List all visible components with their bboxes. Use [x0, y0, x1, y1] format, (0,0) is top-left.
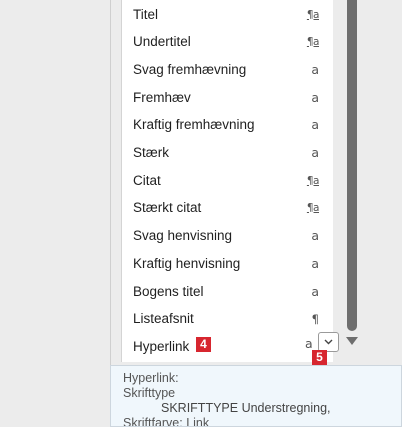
style-dropdown-button[interactable] [318, 332, 339, 352]
style-name: Listeafsnit [133, 311, 194, 326]
style-item-svag-fremhaevning[interactable]: Svag fremhævning a [122, 56, 333, 83]
paragraph-style-icon: ¶ [311, 311, 319, 326]
linked-style-icon: ¶a [306, 201, 320, 214]
style-name: Fremhæv [133, 90, 191, 105]
style-tooltip: Hyperlink: Skrifttype SKRIFTTYPE Underst… [110, 365, 402, 427]
style-item-staerkt-citat[interactable]: Stærkt citat ¶a [122, 194, 333, 221]
tooltip-line: Skriftfarve: Link [123, 416, 210, 427]
style-name: Kraftig henvisning [133, 256, 241, 271]
style-item-svag-henvisning[interactable]: Svag henvisning a [122, 222, 333, 249]
style-name: Kraftig fremhævning [133, 117, 255, 132]
scrollbar-thumb[interactable] [347, 0, 357, 331]
linked-style-icon: ¶a [306, 174, 320, 187]
character-style-icon: a [311, 62, 319, 77]
left-panel-background [0, 0, 110, 427]
callout-badge-hyperlink: 4 [196, 337, 211, 352]
character-style-icon: a [311, 284, 319, 299]
callout-badge-dropdown: 5 [312, 350, 327, 365]
character-style-icon: a [311, 256, 319, 271]
style-item-hyperlink[interactable]: Hyperlink [122, 333, 333, 360]
style-item-fremhaev[interactable]: Fremhæv a [122, 84, 333, 111]
style-item-kraftig-fremhaevning[interactable]: Kraftig fremhævning a [122, 111, 333, 138]
style-item-titel[interactable]: Titel ¶a [122, 1, 333, 28]
right-panel-background [373, 0, 402, 427]
style-name: Hyperlink [133, 339, 190, 354]
style-item-kraftig-henvisning[interactable]: Kraftig henvisning a [122, 250, 333, 277]
style-name: Undertitel [133, 34, 191, 49]
style-item-bogens-titel[interactable]: Bogens titel a [122, 278, 333, 305]
character-style-icon: a [311, 90, 319, 105]
style-name: Svag henvisning [133, 228, 233, 243]
scroll-down-arrow-icon[interactable] [346, 337, 358, 345]
style-item-citat[interactable]: Citat ¶a [122, 167, 333, 194]
linked-style-icon: ¶a [306, 35, 320, 48]
panel-divider [110, 0, 111, 370]
linked-style-icon: ¶a [306, 8, 320, 21]
chevron-down-icon [324, 339, 333, 345]
style-item-undertitel[interactable]: Undertitel ¶a [122, 28, 333, 55]
style-name: Svag fremhævning [133, 62, 247, 77]
character-style-icon: a [305, 336, 313, 351]
style-name: Bogens titel [133, 284, 204, 299]
style-name: Stærkt citat [133, 200, 202, 215]
style-item-listeafsnit[interactable]: Listeafsnit ¶ [122, 305, 333, 332]
style-name: Stærk [133, 145, 170, 160]
style-name: Citat [133, 173, 161, 188]
character-style-icon: a [311, 117, 319, 132]
style-item-staerk[interactable]: Stærk a [122, 139, 333, 166]
tooltip-line: SKRIFTTYPE Understregning, [161, 401, 331, 415]
styles-pane: Titel ¶a Undertitel ¶a Svag fremhævning … [122, 0, 333, 362]
tooltip-line: Skrifttype [123, 386, 176, 400]
character-style-icon: a [311, 145, 319, 160]
style-name: Titel [133, 7, 159, 22]
tooltip-title: Hyperlink: [123, 371, 179, 385]
character-style-icon: a [311, 228, 319, 243]
